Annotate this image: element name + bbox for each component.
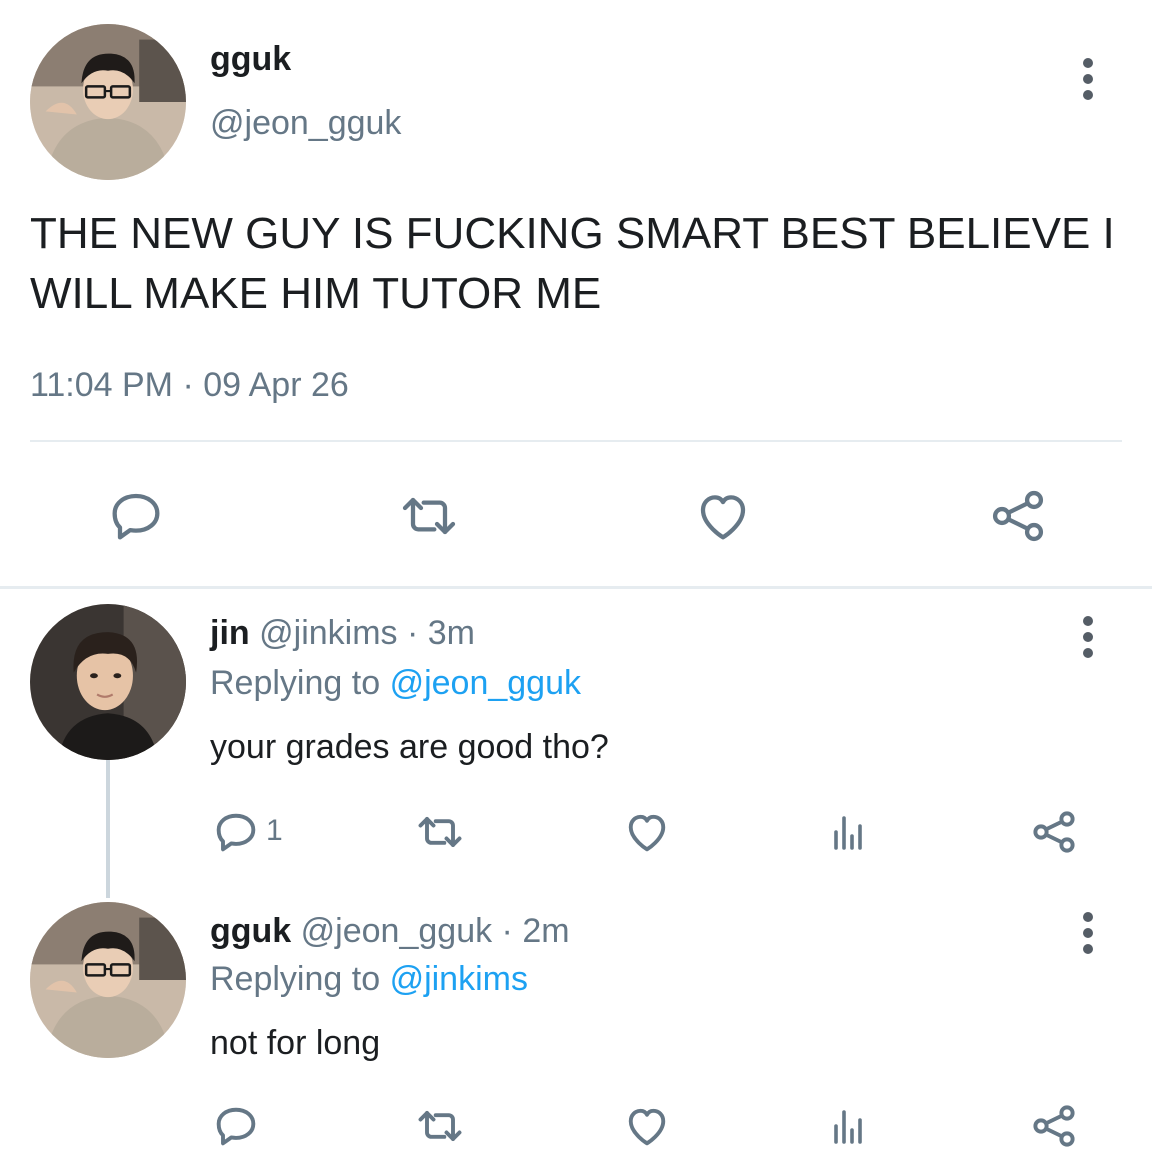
like-icon[interactable] [620,1100,674,1152]
more-options-icon[interactable] [1078,58,1098,106]
reply-2-author-name[interactable]: gguk [210,912,291,950]
reply-icon[interactable] [210,806,262,858]
reply-1-replying-to: Replying to @jeon_gguk [210,664,581,703]
retweet-icon[interactable] [394,484,464,548]
like-icon[interactable] [620,806,674,858]
profile-photo-gguk-icon [30,902,186,1058]
retweet-icon[interactable] [412,806,468,858]
divider [30,440,1122,442]
main-author-handle[interactable]: @jeon_gguk [210,104,401,143]
profile-photo-jin-icon [30,604,186,760]
reply-1-header[interactable]: jin @jinkims · 3m [210,614,475,653]
replying-to-link[interactable]: @jeon_gguk [390,664,581,702]
replying-to-link[interactable]: @jinkims [390,960,528,998]
share-icon[interactable] [986,484,1050,548]
retweet-icon[interactable] [412,1100,468,1152]
avatar-main[interactable] [30,24,186,180]
avatar-reply-2[interactable] [30,902,186,1058]
analytics-icon[interactable] [824,806,872,858]
thread-connector [106,760,110,898]
reply-2-text: not for long [210,1024,381,1062]
reply-icon[interactable] [210,1100,262,1152]
analytics-icon[interactable] [824,1100,872,1152]
main-tweet-text: THE NEW GUY IS FUCKING SMART BEST BELIEV… [30,209,1115,318]
reply-count: 1 [266,814,283,847]
share-icon[interactable] [1028,1100,1080,1152]
more-options-icon[interactable] [1078,616,1098,664]
like-icon[interactable] [690,484,756,548]
more-options-icon[interactable] [1078,912,1098,960]
main-author-name[interactable]: gguk [210,40,291,79]
section-divider [0,586,1152,589]
reply-1-text: your grades are good tho? [210,728,609,766]
reply-1-author-name[interactable]: jin [210,614,250,652]
reply-2-handle-time: @jeon_gguk · 2m [300,912,570,950]
main-tweet-timestamp[interactable]: 11:04 PM · 09 Apr 26 [30,366,349,405]
reply-2-replying-to: Replying to @jinkims [210,960,528,999]
share-icon[interactable] [1028,806,1080,858]
replying-prefix: Replying to [210,664,381,702]
profile-photo-gguk-icon [30,24,186,180]
reply-icon[interactable] [104,484,168,548]
reply-1-handle-time: @jinkims · 3m [259,614,475,652]
reply-2-header[interactable]: gguk @jeon_gguk · 2m [210,912,570,951]
avatar-reply-1[interactable] [30,604,186,760]
replying-prefix: Replying to [210,960,381,998]
